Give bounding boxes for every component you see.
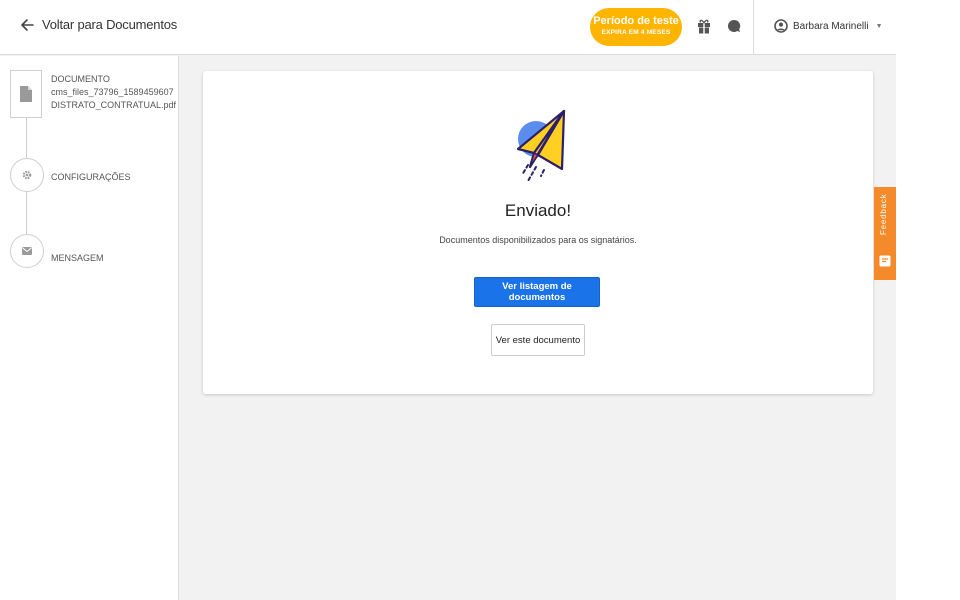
header-divider (753, 0, 754, 55)
envelope-icon (22, 247, 32, 255)
top-header: Voltar para Documentos Período de teste … (0, 0, 896, 55)
step-settings-circle[interactable] (10, 158, 44, 192)
step-message-label[interactable]: MENSAGEM (51, 252, 104, 265)
trial-period-badge[interactable]: Período de teste EXPIRA EM 4 MESES (590, 8, 682, 46)
user-menu[interactable]: Barbara Marinelli ▼ (774, 19, 883, 33)
gift-icon[interactable] (697, 18, 711, 34)
user-circle-icon (774, 19, 788, 33)
step-document-thumb (10, 70, 42, 118)
feedback-icon (879, 255, 891, 267)
trial-title: Período de teste (593, 15, 679, 27)
paper-plane-icon (516, 109, 566, 182)
steps-sidebar: DOCUMENTO cms_files_73796_1589459607 DIS… (0, 56, 179, 600)
document-file-id: cms_files_73796_1589459607 (51, 87, 174, 97)
trial-expiry: EXPIRA EM 4 MESES (601, 29, 671, 36)
step-message-circle[interactable] (10, 234, 44, 268)
user-name: Barbara Marinelli (793, 20, 869, 32)
app-window: Voltar para Documentos Período de teste … (0, 0, 896, 600)
success-title: Enviado! (504, 201, 572, 220)
gear-icon (22, 170, 32, 180)
caret-down-icon: ▼ (875, 22, 883, 30)
feedback-label: Feedback (879, 193, 888, 235)
success-subtitle: Documentos disponibilizados para os sign… (439, 235, 637, 245)
step-document-label: DOCUMENTO (51, 74, 110, 84)
document-file-name: DISTRATO_CONTRATUAL.pdf (51, 100, 177, 110)
back-to-documents-link[interactable]: Voltar para Documentos (20, 17, 177, 32)
step-settings-label[interactable]: CONFIGURAÇÕES (51, 171, 131, 184)
arrow-left-icon (21, 18, 34, 31)
view-documents-list-button[interactable]: Ver listagem de documentos (474, 277, 600, 307)
file-icon (20, 86, 32, 102)
feedback-tab[interactable]: Feedback (874, 187, 896, 280)
step-document[interactable]: DOCUMENTO cms_files_73796_1589459607 DIS… (51, 73, 176, 112)
back-link-label: Voltar para Documentos (42, 17, 178, 32)
success-card: Enviado! Documentos disponibilizados par… (203, 71, 873, 394)
step-connector (26, 196, 27, 234)
view-this-document-button[interactable]: Ver este documento (491, 324, 585, 356)
chat-icon[interactable] (727, 19, 741, 33)
